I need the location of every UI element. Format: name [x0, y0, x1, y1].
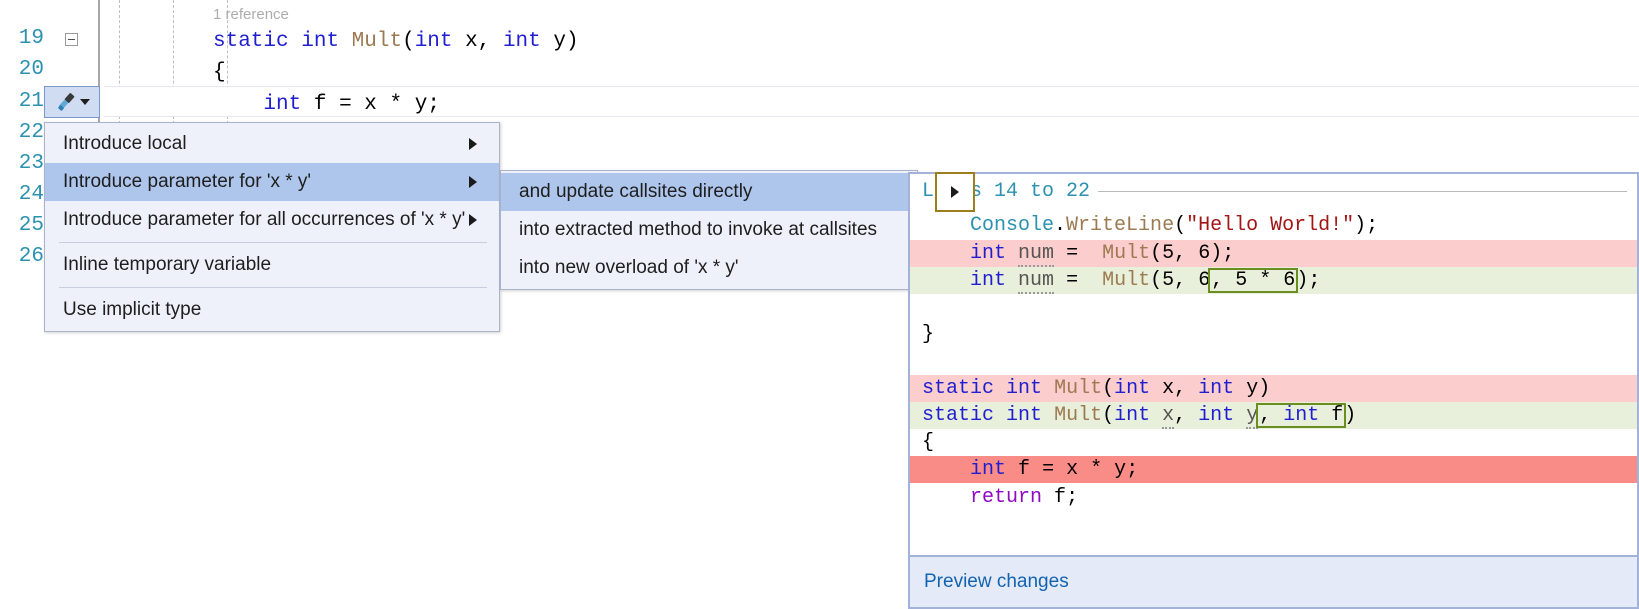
menu-item-inline-temporary-variable[interactable]: Inline temporary variable	[45, 246, 499, 284]
chevron-right-icon	[469, 138, 477, 150]
line-number: 26	[18, 245, 44, 268]
code-line-21: int f = x * y;	[263, 93, 440, 116]
preview-line-console-writeline: Console.WriteLine("Hello World!");	[970, 214, 1379, 237]
line-number: 20	[18, 58, 44, 81]
menu-item-label: into new overload of 'x * y'	[519, 257, 739, 278]
submenu-item-into-extracted-method[interactable]: into extracted method to invoke at calls…	[501, 211, 917, 249]
quick-actions-menu[interactable]: Introduce local Introduce parameter for …	[44, 122, 500, 332]
line-number: 23	[18, 152, 44, 175]
preview-line-added-signature: static int Mult(int x, int y, int f)	[922, 403, 1357, 429]
menu-item-label: and update callsites directly	[519, 181, 753, 202]
preview-line-open-brace: {	[922, 431, 935, 454]
chevron-right-icon	[469, 214, 477, 226]
menu-separator	[59, 287, 487, 288]
preview-code-area: Lines 14 to 22 Console.WriteLine("Hello …	[910, 174, 1637, 555]
submenu-expand-button[interactable]	[935, 172, 975, 212]
line-number: 21	[18, 90, 44, 113]
line-number: 25	[18, 214, 44, 237]
screwdriver-icon	[58, 93, 75, 111]
menu-item-use-implicit-type[interactable]: Use implicit type	[45, 291, 499, 329]
menu-item-label: into extracted method to invoke at calls…	[519, 219, 878, 240]
chevron-down-icon	[80, 99, 90, 105]
quick-actions-button[interactable]	[44, 86, 100, 118]
line-number: 24	[18, 183, 44, 206]
preview-line-deleted-signature: static int Mult(int x, int y)	[922, 377, 1271, 400]
menu-item-label: Introduce parameter for 'x * y'	[63, 171, 312, 192]
menu-separator	[59, 242, 487, 243]
preview-line-return: return f;	[970, 486, 1079, 509]
menu-item-label: Inline temporary variable	[63, 254, 272, 275]
menu-item-label: Introduce local	[63, 133, 187, 154]
menu-item-label: Introduce parameter for all occurrences …	[63, 209, 466, 230]
header-rule	[1098, 191, 1627, 192]
menu-item-introduce-parameter[interactable]: Introduce parameter for 'x * y'	[45, 163, 499, 201]
preview-line-closing-brace: }	[922, 323, 935, 346]
preview-footer: Preview changes	[910, 555, 1637, 607]
line-number: 22	[18, 121, 44, 144]
menu-item-introduce-local[interactable]: Introduce local	[45, 125, 499, 163]
preview-line-deleted-call: int num = Mult(5, 6);	[970, 242, 1235, 267]
submenu-item-into-new-overload[interactable]: into new overload of 'x * y'	[501, 249, 917, 287]
preview-range-header: Lines 14 to 22	[922, 180, 1627, 203]
chevron-right-icon	[951, 186, 959, 198]
menu-item-introduce-parameter-all-occurrences[interactable]: Introduce parameter for all occurrences …	[45, 201, 499, 239]
line-number: 19	[18, 27, 44, 50]
chevron-right-icon	[469, 176, 477, 188]
code-line-20: {	[213, 61, 226, 84]
code-line-19: static int Mult(int x, int y)	[213, 30, 579, 53]
preview-changes-link[interactable]: Preview changes	[924, 571, 1069, 593]
fold-collapse-icon[interactable]	[65, 33, 78, 46]
submenu-item-update-callsites-directly[interactable]: and update callsites directly	[501, 172, 975, 212]
preview-line-added-call: int num = Mult(5, 6, 5 * 6);	[970, 268, 1321, 294]
preview-line-deleted-body: int f = x * y;	[970, 458, 1139, 481]
codelens-reference-count[interactable]: 1 reference	[213, 6, 289, 23]
menu-item-label: Use implicit type	[63, 299, 202, 320]
code-preview-panel: Lines 14 to 22 Console.WriteLine("Hello …	[908, 172, 1639, 609]
introduce-parameter-submenu[interactable]: and update callsites directly into extra…	[500, 170, 975, 290]
visual-studio-editor-screen: 19 20 21 22 23 24 25 26 1 reference stat…	[0, 0, 1639, 609]
